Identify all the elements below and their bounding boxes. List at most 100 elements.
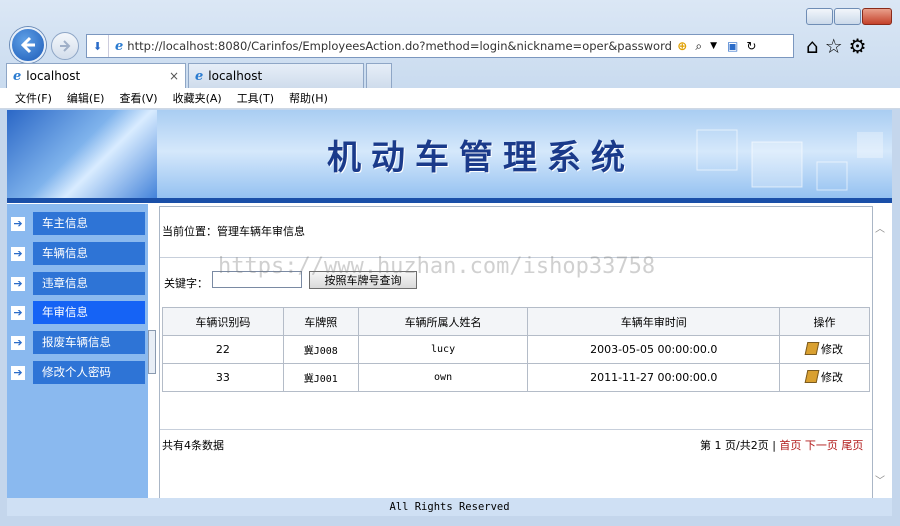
first-page-link[interactable]: 首页 — [779, 439, 801, 452]
sidebar: ➔ 车主信息 ➔ 车辆信息 ➔ 违章信息 ➔ 年审信息 ➔ 报废车辆信息 ➔ 修… — [7, 204, 148, 516]
refresh-icon[interactable]: ↻ — [746, 39, 756, 53]
back-button[interactable] — [10, 27, 46, 63]
sidebar-item-label: 车主信息 — [33, 212, 145, 235]
arrow-icon: ➔ — [11, 246, 25, 261]
cell-action: 修改 — [779, 335, 870, 364]
site-banner: 机动车管理系统 — [7, 110, 892, 203]
menu-edit[interactable]: 编辑(E) — [67, 90, 105, 106]
banner-logo-image — [7, 110, 157, 202]
cell-plate: 冀J001 — [282, 363, 359, 392]
tab-localhost-active[interactable]: e localhost × — [6, 63, 186, 88]
scroll-down-chevron-icon[interactable]: ﹀ — [875, 472, 885, 487]
edit-pencil-icon — [804, 342, 820, 356]
tab-localhost[interactable]: e localhost — [188, 63, 364, 88]
pagination: 第 1 页/共2页 | 首页 下一页 尾页 — [700, 437, 863, 453]
banner-cubes-decoration — [696, 129, 883, 191]
page-icon[interactable]: ⬇ — [87, 35, 109, 57]
chevron-down-icon[interactable]: ▼ — [710, 41, 717, 51]
column-header: 车辆所属人姓名 — [357, 307, 529, 336]
menu-tools[interactable]: 工具(T) — [237, 90, 274, 106]
sidebar-item-label: 车辆信息 — [33, 242, 145, 265]
sidebar-item-label: 报废车辆信息 — [33, 331, 145, 354]
home-icon[interactable]: ⌂ — [806, 34, 819, 58]
cell-id: 22 — [162, 335, 284, 364]
edit-label: 修改 — [821, 370, 844, 384]
breadcrumb: 当前位置：管理车辆年审信息 — [162, 225, 305, 238]
next-page-link[interactable]: 下一页 — [805, 439, 838, 452]
column-header: 车辆识别码 — [162, 307, 284, 336]
site-title: 机动车管理系统 — [327, 138, 635, 178]
record-count: 共有4条数据 — [162, 439, 224, 452]
cell-owner: own — [357, 363, 529, 392]
sidebar-item-inspection-info[interactable]: ➔ 年审信息 — [7, 301, 148, 324]
web-page: 机动车管理系统 ➔ 车主信息 ➔ 车辆信息 ➔ 违章信息 ➔ 年审信息 ➔ 报废… — [7, 110, 892, 516]
gear-icon[interactable]: ⚙ — [849, 34, 867, 58]
sidebar-item-label: 违章信息 — [33, 272, 145, 295]
edit-label: 修改 — [821, 342, 844, 356]
table-row: 22 冀J008 lucy 2003-05-05 00:00:00.0 修改 — [162, 335, 870, 364]
browser-chrome: ⬇ e http://localhost:8080/Carinfos/Emplo… — [0, 0, 900, 88]
edit-link[interactable]: 修改 — [804, 369, 844, 385]
favorites-star-icon[interactable]: ☆ — [825, 34, 843, 58]
cell-time: 2003-05-05 00:00:00.0 — [527, 335, 781, 364]
edit-pencil-icon — [804, 370, 820, 384]
url-text[interactable]: http://localhost:8080/Carinfos/Employees… — [127, 39, 673, 53]
table-row: 33 冀J001 own 2011-11-27 00:00:00.0 修改 — [162, 363, 870, 392]
maximize-button[interactable] — [834, 8, 861, 25]
column-header: 车辆年审时间 — [527, 307, 781, 336]
forward-arrow-icon — [60, 40, 71, 52]
edit-link[interactable]: 修改 — [804, 341, 844, 357]
compat-view-icon[interactable]: ▣ — [727, 39, 738, 53]
sidebar-item-violation-info[interactable]: ➔ 违章信息 — [7, 272, 148, 295]
column-header: 操作 — [779, 307, 870, 336]
keyword-label: 关键字： — [164, 277, 208, 290]
ie-icon: e — [115, 38, 124, 54]
toolbar-icons: ⌂ ☆ ⚙ — [806, 33, 867, 59]
sidebar-toggle-handle[interactable] — [148, 330, 156, 374]
ie-icon: e — [13, 68, 22, 84]
arrow-icon: ➔ — [11, 216, 25, 231]
divider — [160, 429, 872, 430]
close-window-button[interactable] — [862, 8, 892, 25]
scroll-up-chevron-icon[interactable]: ︿ — [875, 220, 885, 235]
arrow-icon: ➔ — [11, 276, 25, 291]
inspection-table: 车辆识别码 车牌照 车辆所属人姓名 车辆年审时间 操作 22 冀J008 luc… — [162, 307, 870, 392]
compat-icon[interactable]: ⊕ — [677, 39, 687, 53]
cell-time: 2011-11-27 00:00:00.0 — [527, 363, 781, 392]
arrow-icon: ➔ — [11, 335, 25, 350]
column-header: 车牌照 — [282, 307, 359, 336]
menu-bar: 文件(F) 编辑(E) 查看(V) 收藏夹(A) 工具(T) 帮助(H) — [0, 88, 900, 109]
sidebar-item-owner-info[interactable]: ➔ 车主信息 — [7, 212, 148, 235]
menu-file[interactable]: 文件(F) — [15, 90, 52, 106]
cell-action: 修改 — [779, 363, 870, 392]
sidebar-item-label: 修改个人密码 — [33, 361, 145, 384]
banner-divider — [7, 198, 892, 203]
ie-icon: e — [195, 68, 204, 84]
menu-view[interactable]: 查看(V) — [119, 90, 157, 106]
minimize-button[interactable] — [806, 8, 833, 25]
back-arrow-icon — [20, 36, 35, 54]
menu-favorites[interactable]: 收藏夹(A) — [173, 90, 222, 106]
close-tab-icon[interactable]: × — [169, 69, 179, 83]
forward-button[interactable] — [51, 32, 79, 60]
main-content: 当前位置：管理车辆年审信息 关键字： 按照车牌号查询 车辆识别码 车牌照 车辆所… — [159, 206, 873, 514]
sidebar-item-label: 年审信息 — [33, 301, 145, 324]
sidebar-item-change-password[interactable]: ➔ 修改个人密码 — [7, 361, 148, 384]
cell-id: 33 — [162, 363, 284, 392]
sidebar-item-vehicle-info[interactable]: ➔ 车辆信息 — [7, 242, 148, 265]
cell-owner: lucy — [357, 335, 529, 364]
page-footer: All Rights Reserved — [7, 498, 892, 516]
tab-label: localhost — [208, 69, 263, 83]
last-page-link[interactable]: 尾页 — [841, 439, 863, 452]
menu-help[interactable]: 帮助(H) — [289, 90, 328, 106]
new-tab-button[interactable] — [366, 63, 392, 88]
address-bar[interactable]: ⬇ e http://localhost:8080/Carinfos/Emplo… — [86, 34, 794, 58]
tab-label: localhost — [26, 69, 81, 83]
page-info: 第 1 页/共2页 | — [700, 439, 776, 452]
search-icon[interactable]: ⌕ — [695, 39, 702, 54]
table-header-row: 车辆识别码 车牌照 车辆所属人姓名 车辆年审时间 操作 — [162, 307, 870, 336]
sidebar-item-scrapped-vehicles[interactable]: ➔ 报废车辆信息 — [7, 331, 148, 354]
cell-plate: 冀J008 — [282, 335, 359, 364]
arrow-icon: ➔ — [11, 305, 25, 320]
watermark-text: https://www.huzhan.com/ishop33758 — [218, 254, 656, 279]
